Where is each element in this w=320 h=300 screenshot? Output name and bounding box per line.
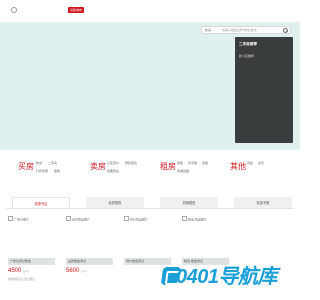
category-link[interactable]: 问答 (247, 161, 253, 165)
listing-price: 5600元/m² (66, 268, 87, 275)
listing-price: 4500元/m² (8, 268, 29, 275)
price-value: 5600 (66, 268, 80, 274)
category-other: 其他 问答 资讯 (228, 158, 288, 180)
top-bar: 切换城市 (0, 0, 300, 22)
listing-thumb[interactable]: 精选 楼盘图片 (182, 216, 229, 222)
listing-address: 测试地址信息 暂无楼盘 (8, 278, 35, 281)
search-box[interactable]: 新房： (201, 26, 291, 34)
watermark-text: 0401导航库 (176, 266, 278, 288)
price-unit: 元/m² (22, 270, 29, 273)
listing-price (124, 268, 125, 275)
category-nav: 买房 新房 二手房 打折优惠 团购 卖房 小区查价 委托卖房 我要卖房 租房 整… (16, 158, 288, 180)
category-title[interactable]: 买房 (18, 162, 34, 172)
category-rent: 租房 整租 写字楼 合租 商铺出租 (158, 158, 226, 180)
category-sell: 卖房 小区查价 委托卖房 我要卖房 (88, 158, 156, 180)
listing-name[interactable]: 品牌楼盘测试 (66, 258, 113, 265)
category-link[interactable]: 我要卖房 (107, 169, 119, 173)
listing-thumb[interactable]: 特价楼盘图片 (124, 216, 171, 222)
category-title[interactable]: 其他 (230, 162, 246, 172)
category-link[interactable]: 写字楼 (188, 161, 197, 165)
category-link[interactable]: 商铺出租 (177, 169, 189, 173)
listing-name[interactable]: 特价楼盘测试 (124, 258, 171, 265)
search-icon[interactable] (283, 28, 288, 33)
category-link[interactable]: 小区查价 (107, 161, 119, 165)
category-link[interactable]: 委托卖房 (125, 161, 137, 165)
category-link[interactable]: 资讯 (258, 161, 264, 165)
recommend-item[interactable]: 新小区推荐 (239, 54, 254, 58)
price-unit: 元/m² (80, 270, 87, 273)
category-link[interactable]: 新房 (36, 161, 42, 165)
search-label: 新房： (205, 28, 215, 32)
recommend-panel: 二手房推荐 新小区推荐 (235, 37, 293, 143)
category-title[interactable]: 租房 (160, 162, 176, 172)
recommend-title: 二手房推荐 (239, 42, 257, 46)
listing-name[interactable]: 广告位测试楼盘 (8, 258, 55, 265)
search-input[interactable] (222, 28, 282, 33)
category-link[interactable]: 整租 (177, 161, 183, 165)
site-logo-icon (10, 6, 17, 13)
watermark: 0401导航库 (160, 263, 298, 291)
listing-thumb[interactable]: 品牌楼盘图片 (66, 216, 113, 222)
category-title[interactable]: 卖房 (90, 162, 106, 172)
listing-thumb[interactable]: 广告位图片 (8, 216, 55, 222)
price-value: 4500 (8, 268, 22, 274)
switch-city-button[interactable]: 切换城市 (68, 7, 84, 13)
category-link[interactable]: 团购 (54, 169, 60, 173)
tab-divider (6, 208, 294, 209)
category-link[interactable]: 合租 (202, 161, 208, 165)
category-link[interactable]: 打折优惠 (36, 169, 48, 173)
category-link[interactable]: 二手房 (48, 161, 57, 165)
category-buy: 买房 新房 二手房 打折优惠 团购 (16, 158, 84, 180)
